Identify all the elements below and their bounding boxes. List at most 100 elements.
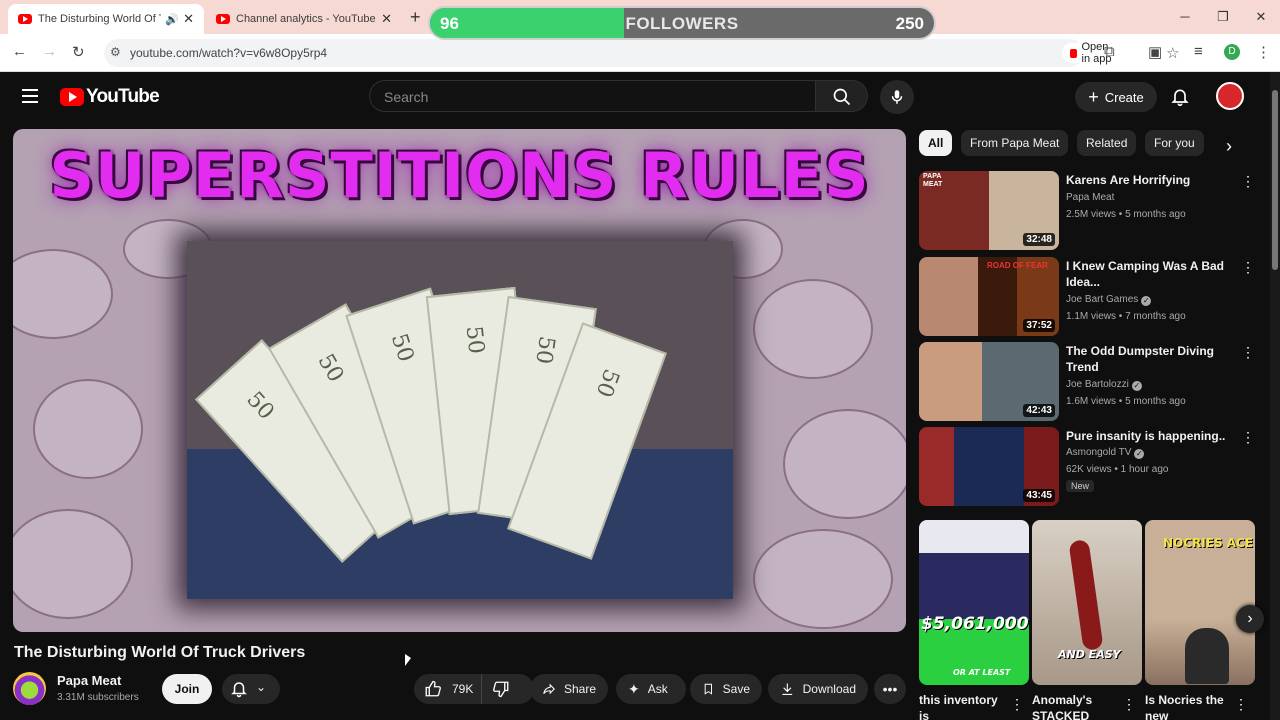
- search-input[interactable]: Search: [369, 80, 816, 112]
- tab-title: Channel analytics - YouTube Stu: [236, 13, 377, 25]
- short-title[interactable]: Anomaly's STACKED: [1032, 692, 1117, 720]
- video-title[interactable]: I Knew Camping Was A Bad Idea...: [1066, 258, 1231, 290]
- thumbs-down-icon: [493, 681, 509, 698]
- video-player[interactable]: 50 50 50 50 50 50 SUPERSTITIONS RULES: [13, 129, 906, 632]
- video-meta: 62K views • 1 hour ago: [1066, 464, 1169, 475]
- account-avatar[interactable]: [1216, 82, 1244, 110]
- video-title[interactable]: Pure insanity is happening..: [1066, 428, 1231, 444]
- url-text[interactable]: youtube.com/watch?v=v6w8Opy5rp4: [130, 46, 327, 60]
- channel-name[interactable]: Papa Meat: [57, 673, 121, 688]
- channel-name[interactable]: Joe Bart Games ✓: [1066, 294, 1152, 306]
- join-button[interactable]: Join: [162, 674, 212, 704]
- verified-check-icon: ✓: [1131, 381, 1142, 391]
- video-title[interactable]: Karens Are Horrifying: [1066, 172, 1231, 188]
- close-tab-icon[interactable]: ✕: [381, 11, 392, 27]
- download-button[interactable]: Download: [768, 674, 868, 704]
- video-meta: 1.6M views • 5 months ago: [1066, 396, 1186, 407]
- browser-menu-icon[interactable]: ⋮: [1256, 43, 1271, 61]
- back-arrow-icon[interactable]: ←: [12, 43, 27, 60]
- shorts-next-button[interactable]: ›: [1236, 605, 1264, 633]
- chip-from-papa-meat[interactable]: From Papa Meat: [961, 130, 1069, 156]
- new-tab-icon[interactable]: +: [410, 7, 421, 28]
- chip-related[interactable]: Related: [1077, 130, 1137, 156]
- video-title[interactable]: The Odd Dumpster Diving Trend: [1066, 343, 1231, 375]
- create-button[interactable]: + Create: [1075, 82, 1157, 112]
- video-thumbnail[interactable]: PAPA MEAT 32:48: [919, 171, 1059, 250]
- restore-icon[interactable]: ❐: [1204, 0, 1242, 34]
- chip-all[interactable]: All: [919, 130, 953, 156]
- search-button[interactable]: [816, 80, 868, 112]
- new-badge: New: [1066, 480, 1095, 492]
- list-item[interactable]: ROAD OF FEAR 37:52 I Knew Camping Was A …: [919, 257, 1264, 337]
- microphone-icon: [891, 90, 903, 104]
- channel-name[interactable]: Asmongold TV ✓: [1066, 447, 1145, 459]
- extensions-icon[interactable]: ⧉: [1104, 43, 1115, 60]
- browser-profile-avatar[interactable]: D: [1224, 44, 1240, 60]
- youtube-logo[interactable]: YouTube: [60, 86, 160, 108]
- more-actions-button[interactable]: •••: [874, 674, 906, 704]
- bookmark-star-icon[interactable]: ☆: [1166, 44, 1179, 62]
- followers-current: 96: [440, 14, 459, 33]
- short-title[interactable]: this inventory is: [919, 692, 1004, 720]
- video-meta: 2.5M views • 5 months ago: [1066, 209, 1186, 220]
- more-vertical-icon[interactable]: ⋮: [1241, 259, 1255, 276]
- more-vertical-icon[interactable]: ⋮: [1010, 696, 1024, 713]
- followers-goal: 250: [895, 14, 924, 33]
- list-item[interactable]: 43:45 Pure insanity is happening.. Asmon…: [919, 427, 1264, 507]
- video-thumbnail[interactable]: 43:45: [919, 427, 1059, 506]
- video-thumbnail[interactable]: 42:43: [919, 342, 1059, 421]
- short-thumbnail[interactable]: $5,061,000 OR AT LEAST: [919, 520, 1029, 685]
- scrollbar-thumb[interactable]: [1272, 90, 1278, 270]
- more-vertical-icon[interactable]: ⋮: [1122, 696, 1136, 713]
- page-scrollbar[interactable]: [1270, 72, 1280, 720]
- youtube-logo-text: YouTube: [86, 86, 160, 107]
- save-button[interactable]: Save: [690, 674, 762, 704]
- audio-playing-icon[interactable]: 🔊: [165, 13, 179, 26]
- list-item[interactable]: PAPA MEAT 32:48 Karens Are Horrifying Pa…: [919, 171, 1264, 251]
- youtube-favicon-icon: [18, 14, 32, 24]
- more-vertical-icon[interactable]: ⋮: [1241, 173, 1255, 190]
- chevron-down-icon: ⌄: [256, 680, 267, 694]
- ask-label: Ask: [647, 682, 668, 696]
- channel-avatar[interactable]: [13, 672, 46, 705]
- tab-channel-analytics[interactable]: Channel analytics - YouTube Stu ✕: [206, 4, 402, 34]
- reload-icon[interactable]: ↻: [72, 43, 85, 61]
- ask-button[interactable]: ✦ Ask: [616, 674, 686, 704]
- close-tab-icon[interactable]: ✕: [183, 11, 194, 27]
- notifications-bell-icon[interactable]: [1170, 86, 1190, 108]
- chip-for-you[interactable]: For you: [1145, 130, 1204, 156]
- window-controls: ─ ❐ ✕: [1166, 0, 1280, 34]
- video-title: The Disturbing World Of Truck Drivers: [14, 644, 306, 661]
- more-vertical-icon[interactable]: ⋮: [1241, 429, 1255, 446]
- dislike-button[interactable]: [482, 680, 518, 698]
- media-controls-icon[interactable]: ≡: [1194, 43, 1203, 60]
- short-title[interactable]: Is Nocries the new: [1145, 692, 1230, 720]
- like-button[interactable]: 79K: [414, 674, 482, 704]
- video-thumbnail[interactable]: ROAD OF FEAR 37:52: [919, 257, 1059, 336]
- tab-current-video[interactable]: The Disturbing World Of Truck 🔊 ✕: [8, 4, 204, 34]
- forward-arrow-icon[interactable]: →: [42, 43, 57, 60]
- short-thumbnail[interactable]: AND EASY: [1032, 520, 1142, 685]
- video-duration: 42:43: [1023, 404, 1055, 417]
- site-info-icon[interactable]: ⚙: [110, 45, 121, 59]
- followers-label: FOLLOWERS: [625, 14, 739, 33]
- video-meta: 1.1M views • 7 months ago: [1066, 311, 1186, 322]
- guide-menu-icon[interactable]: [22, 89, 38, 103]
- share-button[interactable]: Share: [530, 674, 608, 704]
- chevron-right-icon[interactable]: ›: [1226, 136, 1232, 157]
- url-bar[interactable]: ⚙ youtube.com/watch?v=v6w8Opy5rp4 Open i…: [104, 39, 1179, 67]
- download-icon: [782, 683, 793, 696]
- youtube-favicon-icon: [216, 14, 230, 24]
- channel-name[interactable]: Papa Meat: [1066, 192, 1114, 203]
- channel-name[interactable]: Joe Bartolozzi ✓: [1066, 379, 1142, 391]
- list-item[interactable]: 42:43 The Odd Dumpster Diving Trend Joe …: [919, 342, 1264, 422]
- voice-search-button[interactable]: [880, 80, 914, 114]
- minimize-icon[interactable]: ─: [1166, 0, 1204, 34]
- more-vertical-icon[interactable]: ⋮: [1241, 344, 1255, 361]
- sparkle-icon: ✦: [628, 680, 640, 697]
- close-window-icon[interactable]: ✕: [1242, 0, 1280, 34]
- short-thumbnail[interactable]: NOCRIES ACE: [1145, 520, 1255, 685]
- split-view-icon[interactable]: ▣: [1148, 43, 1162, 61]
- subscription-notifications-button[interactable]: ⌄: [222, 674, 280, 704]
- more-vertical-icon[interactable]: ⋮: [1234, 696, 1248, 713]
